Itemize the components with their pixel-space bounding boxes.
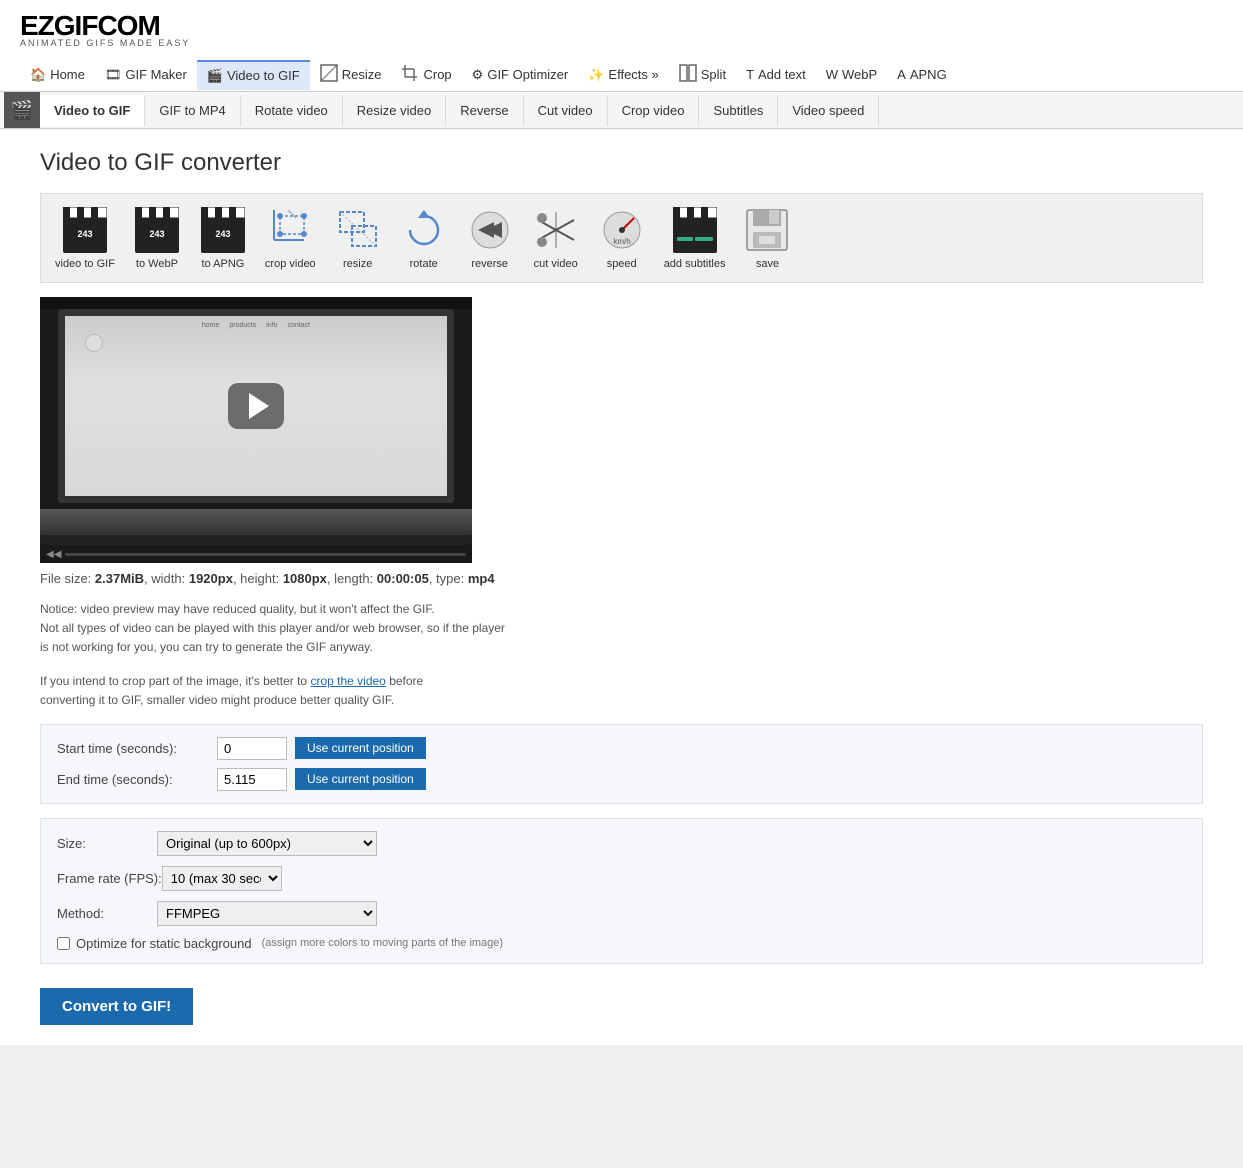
- size-row: Size: Original (up to 600px) 320px 480px…: [57, 831, 1186, 856]
- file-info: File size: 2.37MiB, width: 1920px, heigh…: [40, 571, 1203, 586]
- film-strip-icon: 🎬: [11, 100, 33, 121]
- method-select[interactable]: FFMPEG ImageMagick: [157, 901, 377, 926]
- framerate-select[interactable]: 10 (max 30 seconds) 15 20 25 30: [162, 866, 282, 891]
- sub-nav-subtitles[interactable]: Subtitles: [699, 95, 778, 126]
- split-icon: [679, 64, 697, 85]
- tool-label: save: [756, 258, 779, 270]
- tool-label: cut video: [534, 258, 578, 270]
- optimize-note: (assign more colors to moving parts of t…: [262, 937, 504, 949]
- start-time-row: Start time (seconds): Use current positi…: [57, 737, 1186, 760]
- tool-icons-row: 243 video to GIF 243 to WebP: [40, 193, 1203, 283]
- convert-button[interactable]: Convert to GIF!: [40, 988, 193, 1025]
- crop-video-link[interactable]: crop the video: [310, 674, 385, 688]
- time-section: Start time (seconds): Use current positi…: [40, 724, 1203, 804]
- method-label: Method:: [57, 906, 157, 921]
- end-time-row: End time (seconds): Use current position: [57, 768, 1186, 791]
- sub-nav-resize-video[interactable]: Resize video: [343, 95, 446, 126]
- optimize-row: Optimize for static background (assign m…: [57, 936, 1186, 951]
- framerate-label: Frame rate (FPS):: [57, 871, 162, 886]
- tool-to-apng[interactable]: 243 to APNG: [191, 202, 255, 274]
- effects-icon: ✨: [588, 67, 604, 83]
- tool-resize[interactable]: resize: [326, 202, 390, 274]
- tool-label: to APNG: [202, 258, 245, 270]
- film-icon-box: 🎬: [4, 92, 40, 128]
- end-time-input[interactable]: [217, 768, 287, 791]
- text-icon: T: [746, 67, 754, 82]
- crop-nav-icon: [401, 64, 419, 85]
- tool-label: resize: [343, 258, 372, 270]
- tool-label: crop video: [265, 258, 316, 270]
- page-title: Video to GIF converter: [40, 149, 1203, 177]
- tool-video-to-gif[interactable]: 243 video to GIF: [47, 202, 123, 274]
- optimize-checkbox[interactable]: [57, 937, 70, 950]
- sub-nav-cut-video[interactable]: Cut video: [524, 95, 608, 126]
- nav-gif-maker[interactable]: 🎞 GIF Maker: [95, 61, 197, 89]
- nav-video-to-gif[interactable]: 🎬 Video to GIF: [197, 60, 310, 90]
- tool-save[interactable]: save: [735, 202, 799, 274]
- video-icon: 🎬: [207, 68, 223, 84]
- sub-nav-gif-to-mp4[interactable]: GIF to MP4: [145, 95, 240, 126]
- tool-to-webp[interactable]: 243 to WebP: [125, 202, 189, 274]
- tool-cut-video[interactable]: cut video: [524, 202, 588, 274]
- logo-main: EZGIFCOM: [20, 10, 160, 41]
- method-row: Method: FFMPEG ImageMagick: [57, 901, 1186, 926]
- gif-icon: 🎞: [105, 67, 122, 83]
- nav-add-text[interactable]: T Add text: [736, 61, 816, 88]
- sub-nav-crop-video[interactable]: Crop video: [608, 95, 700, 126]
- apng-icon: A: [897, 67, 906, 82]
- top-nav: 🏠 Home 🎞 GIF Maker 🎬 Video to GIF Resize…: [20, 58, 1223, 91]
- nav-split[interactable]: Split: [669, 58, 736, 91]
- sub-nav-video-to-gif[interactable]: Video to GIF: [40, 95, 145, 126]
- nav-home[interactable]: 🏠 Home: [20, 61, 95, 89]
- crop-notice: If you intend to crop part of the image,…: [40, 672, 1203, 710]
- second-nav: 🎬 Video to GIF GIF to MP4 Rotate video R…: [0, 92, 1243, 129]
- tool-speed[interactable]: km/h speed: [590, 202, 654, 274]
- video-player: homeproductsinfocontact ◀◀: [40, 297, 472, 563]
- tool-add-subtitles[interactable]: add subtitles: [656, 202, 734, 274]
- nav-webp[interactable]: W WebP: [816, 61, 887, 88]
- framerate-row: Frame rate (FPS): 10 (max 30 seconds) 15…: [57, 866, 1186, 891]
- notice-box: Notice: video preview may have reduced q…: [40, 600, 1203, 658]
- svg-text:243: 243: [149, 229, 164, 239]
- size-label: Size:: [57, 836, 157, 851]
- tool-rotate[interactable]: rotate: [392, 202, 456, 274]
- settings-section: Size: Original (up to 600px) 320px 480px…: [40, 818, 1203, 964]
- notice-line1: Notice: video preview may have reduced q…: [40, 600, 1203, 619]
- start-time-label: Start time (seconds):: [57, 741, 217, 756]
- tool-label: rotate: [410, 258, 438, 270]
- logo-sub: ANIMATED GIFS MADE EASY: [20, 38, 1223, 48]
- tool-reverse[interactable]: reverse: [458, 202, 522, 274]
- nav-effects[interactable]: ✨ Effects »: [578, 61, 669, 89]
- nav-crop[interactable]: Crop: [391, 58, 461, 91]
- nav-resize[interactable]: Resize: [310, 58, 392, 91]
- sub-nav-reverse[interactable]: Reverse: [446, 95, 523, 126]
- svg-text:243: 243: [77, 229, 92, 239]
- optimize-label: Optimize for static background (assign m…: [57, 936, 503, 951]
- sub-nav-rotate-video[interactable]: Rotate video: [241, 95, 343, 126]
- tool-crop-video[interactable]: crop video: [257, 202, 324, 274]
- webp-icon: W: [826, 67, 838, 82]
- start-time-input[interactable]: [217, 737, 287, 760]
- tool-label: speed: [607, 258, 637, 270]
- size-select[interactable]: Original (up to 600px) 320px 480px 640px…: [157, 831, 377, 856]
- main-content: Video to GIF converter 243 video to GIF: [0, 129, 1243, 1045]
- house-icon: 🏠: [30, 67, 46, 83]
- end-time-label: End time (seconds):: [57, 772, 217, 787]
- tool-label: video to GIF: [55, 258, 115, 270]
- tool-label: add subtitles: [664, 258, 726, 270]
- optimizer-icon: ⚙: [472, 67, 484, 83]
- nav-gif-optimizer[interactable]: ⚙ GIF Optimizer: [462, 61, 579, 89]
- tool-label: reverse: [471, 258, 508, 270]
- sub-nav-video-speed[interactable]: Video speed: [778, 95, 879, 126]
- nav-apng[interactable]: A APNG: [887, 61, 957, 88]
- notice-line3: is not working for you, you can try to g…: [40, 638, 1203, 657]
- play-button[interactable]: [228, 383, 284, 429]
- end-time-use-current[interactable]: Use current position: [295, 768, 426, 790]
- tool-label: to WebP: [136, 258, 178, 270]
- start-time-use-current[interactable]: Use current position: [295, 737, 426, 759]
- svg-text:243: 243: [215, 229, 230, 239]
- notice-line2: Not all types of video can be played wit…: [40, 619, 1203, 638]
- resize-nav-icon: [320, 64, 338, 85]
- svg-text:km/h: km/h: [613, 237, 630, 246]
